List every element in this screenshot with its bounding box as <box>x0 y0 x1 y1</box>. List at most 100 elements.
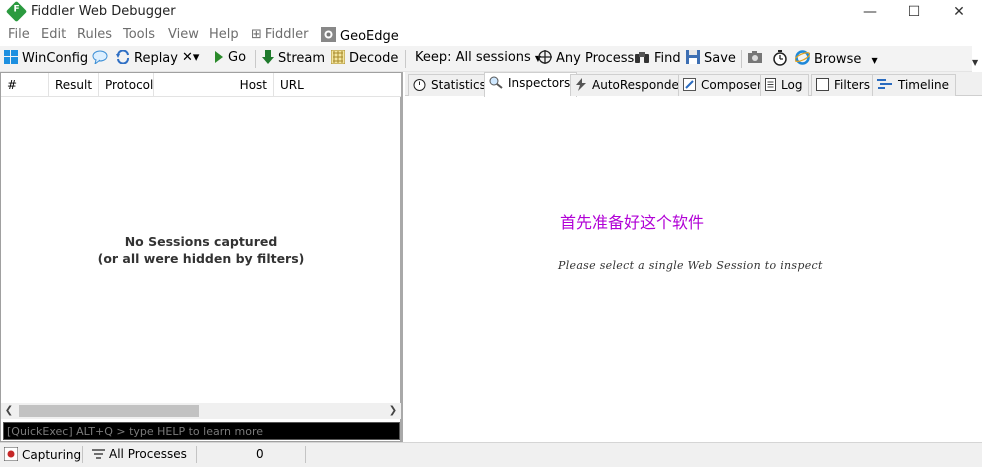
tab-composer-label: Composer <box>701 78 762 92</box>
menu-geoedge[interactable]: GeoEdge <box>321 27 399 44</box>
crosshair-icon <box>538 50 552 64</box>
tab-inspectors-label: Inspectors <box>508 76 571 90</box>
keep-sessions-dropdown[interactable]: Keep: All sessions ▼ <box>415 50 541 65</box>
decode-label: Decode <box>349 51 399 66</box>
session-count: 0 <box>256 447 264 461</box>
document-icon <box>765 78 776 91</box>
winconfig-button[interactable]: WinConfig <box>4 50 88 66</box>
stopwatch-icon <box>413 79 426 91</box>
comment-button[interactable] <box>92 50 112 66</box>
save-button[interactable]: Save <box>686 50 736 66</box>
timeline-bars-icon <box>877 79 892 89</box>
replay-icon <box>116 50 129 64</box>
minimize-button[interactable]: — <box>848 0 892 24</box>
decode-button[interactable]: Decode <box>331 50 398 66</box>
toolbar-divider <box>741 50 742 68</box>
toolbar-divider <box>405 50 406 68</box>
filter-lines-icon <box>92 449 105 459</box>
lightning-icon <box>576 78 586 91</box>
quickexec-input[interactable]: [QuickExec] ALT+Q > type HELP to learn m… <box>3 422 400 440</box>
tab-timeline[interactable]: Timeline <box>872 74 957 96</box>
menu-file[interactable]: File <box>8 27 30 42</box>
any-process-label: Any Process <box>556 51 635 66</box>
scroll-left-icon[interactable]: ❮ <box>1 403 17 419</box>
scroll-right-icon[interactable]: ❯ <box>385 403 401 419</box>
tab-statistics-label: Statistics <box>431 78 486 92</box>
column-header-host[interactable]: Host <box>154 73 274 97</box>
tab-timeline-label: Timeline <box>898 78 950 92</box>
tab-inspectors[interactable]: Inspectors <box>484 72 578 97</box>
scrollbar-thumb[interactable] <box>19 405 199 417</box>
checkbox-icon <box>816 78 829 91</box>
winconfig-label: WinConfig <box>22 51 89 66</box>
stream-button[interactable]: Stream <box>262 50 325 66</box>
column-header-result[interactable]: Result <box>49 73 99 97</box>
tab-filters[interactable]: Filters <box>811 74 877 96</box>
inspector-panel: Statistics Inspectors AutoResponder Comp… <box>405 72 982 442</box>
windows-icon <box>4 50 18 64</box>
save-floppy-icon <box>686 50 700 64</box>
column-header-protocol[interactable]: Protocol <box>99 73 154 97</box>
go-button[interactable]: Go <box>214 50 246 65</box>
chevron-down-icon: ▼ <box>871 56 878 65</box>
speech-bubble-icon <box>92 50 108 64</box>
remove-button[interactable]: ✕▾ <box>182 50 199 65</box>
toolbar: WinConfig Replay ✕▾ Go Stream Decode Kee… <box>0 46 972 72</box>
menu-rules[interactable]: Rules <box>77 27 112 42</box>
stream-down-arrow-icon <box>262 50 274 64</box>
sessions-header: # Result Protocol Host URL <box>1 73 401 97</box>
toolbar-overflow-icon[interactable]: ▼ <box>972 58 980 70</box>
maximize-button[interactable]: ☐ <box>892 0 936 24</box>
sessions-panel: # Result Protocol Host URL No Sessions c… <box>0 72 403 442</box>
any-process-button[interactable]: Any Process <box>538 50 634 66</box>
horizontal-scrollbar[interactable]: ❮ ❯ <box>1 403 401 419</box>
capturing-toggle[interactable]: Capturing <box>4 447 81 462</box>
empty-sessions-line1: No Sessions captured <box>124 234 278 249</box>
screenshot-button[interactable] <box>748 50 768 66</box>
save-label: Save <box>704 51 736 66</box>
fiddler-logo-icon: F <box>5 0 28 23</box>
menu-edit[interactable]: Edit <box>41 27 66 42</box>
menu-view[interactable]: View <box>168 27 199 42</box>
browse-label: Browse <box>814 52 862 67</box>
find-label: Find <box>654 51 681 66</box>
stopwatch-icon <box>773 50 787 66</box>
magnifier-icon <box>489 76 503 89</box>
browse-button[interactable]: Browse ▼ <box>795 50 878 67</box>
menu-fiddler-label: Fiddler <box>264 27 309 42</box>
keep-sessions-label: Keep: All sessions <box>415 50 531 65</box>
tab-autoresponder-label: AutoResponder <box>592 78 684 92</box>
status-divider <box>196 446 197 463</box>
column-header-number[interactable]: # <box>1 73 49 97</box>
replay-button[interactable]: Replay <box>116 50 178 66</box>
tab-autoresponder[interactable]: AutoResponder <box>570 74 691 96</box>
tab-log[interactable]: Log <box>760 74 810 96</box>
menu-help[interactable]: Help <box>209 27 239 42</box>
tab-filters-label: Filters <box>834 78 870 92</box>
decode-icon <box>331 50 345 64</box>
ie-browser-icon <box>795 50 810 65</box>
go-label: Go <box>228 50 247 65</box>
status-divider <box>305 446 306 463</box>
empty-sessions-message: No Sessions captured (or all were hidden… <box>1 233 401 267</box>
menu-fiddler[interactable]: ⊞ Fiddler <box>251 27 309 42</box>
tab-log-label: Log <box>781 78 803 92</box>
close-button[interactable]: ✕ <box>937 0 981 24</box>
find-button[interactable]: Find <box>634 50 681 66</box>
timer-button[interactable] <box>772 50 792 68</box>
window-title: Fiddler Web Debugger <box>31 4 176 19</box>
replay-label: Replay <box>134 51 178 66</box>
camera-icon <box>748 51 762 63</box>
tab-composer[interactable]: Composer <box>678 74 769 96</box>
select-session-hint: Please select a single Web Session to in… <box>558 259 823 272</box>
title-bar: F Fiddler Web Debugger — ☐ ✕ <box>0 0 982 24</box>
tab-statistics[interactable]: Statistics <box>408 74 493 96</box>
process-filter[interactable]: All Processes <box>92 447 187 461</box>
column-header-url[interactable]: URL <box>274 73 401 97</box>
capture-icon <box>4 447 18 461</box>
geoedge-icon <box>321 27 336 42</box>
stream-label: Stream <box>278 51 326 66</box>
menu-tools[interactable]: Tools <box>123 27 155 42</box>
empty-sessions-line2: (or all were hidden by filters) <box>97 251 305 266</box>
process-filter-label: All Processes <box>109 447 187 461</box>
